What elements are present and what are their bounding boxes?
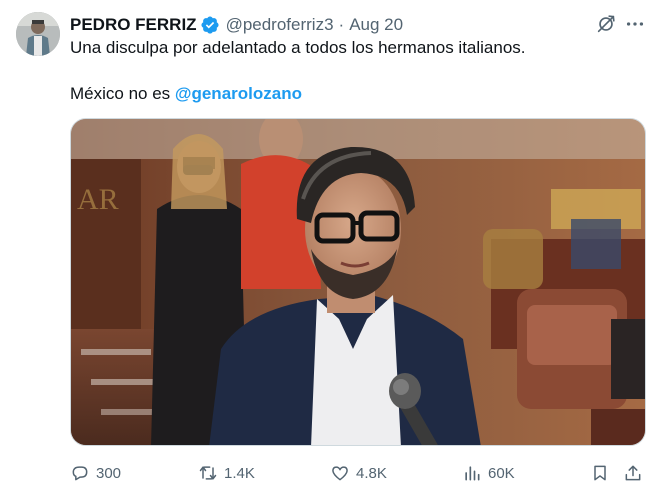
author-name[interactable]: PEDRO FERRIZ — [70, 15, 197, 35]
tweet-photo[interactable]: AR — [70, 118, 646, 446]
like-count: 4.8K — [356, 464, 387, 482]
repost-icon — [199, 466, 217, 480]
avatar[interactable] — [16, 12, 60, 56]
bookmark-icon — [594, 465, 606, 481]
views-icon — [465, 466, 480, 481]
separator-dot: · — [338, 15, 345, 34]
bookmark-button[interactable] — [590, 460, 610, 486]
verified-badge-icon — [201, 16, 219, 34]
repost-count: 1.4K — [224, 464, 255, 482]
svg-text:AR: AR — [77, 183, 119, 216]
share-icon — [625, 465, 641, 481]
grok-icon[interactable] — [595, 13, 617, 35]
share-button[interactable] — [623, 460, 643, 486]
tweet-text-line-2: México no es @genarolozano — [70, 84, 302, 104]
tweet-header: PEDRO FERRIZ @pedroferriz3 · Aug 20 — [70, 14, 403, 36]
photo-image: AR — [71, 119, 645, 445]
repost-button[interactable]: 1.4K — [198, 460, 255, 486]
tweet-actions: 300 1.4K 4.8K 60K — [70, 460, 646, 486]
more-options-icon[interactable] — [624, 13, 646, 35]
like-icon — [332, 466, 348, 481]
tweet-text-line-1: Una disculpa por adelantado a todos los … — [70, 38, 526, 57]
reply-button[interactable]: 300 — [70, 460, 121, 486]
mention-link[interactable]: @genarolozano — [175, 84, 302, 103]
views-button[interactable]: 60K — [462, 460, 515, 486]
reply-count: 300 — [96, 464, 122, 482]
avatar-image — [16, 12, 60, 56]
reply-icon — [72, 466, 88, 481]
tweet-text-prefix: México no es — [70, 84, 175, 103]
like-button[interactable]: 4.8K — [330, 460, 387, 486]
tweet: PEDRO FERRIZ @pedroferriz3 · Aug 20 Una … — [0, 0, 662, 490]
views-count: 60K — [488, 464, 515, 482]
tweet-date[interactable]: Aug 20 — [349, 15, 403, 35]
author-handle[interactable]: @pedroferriz3 — [226, 15, 334, 35]
